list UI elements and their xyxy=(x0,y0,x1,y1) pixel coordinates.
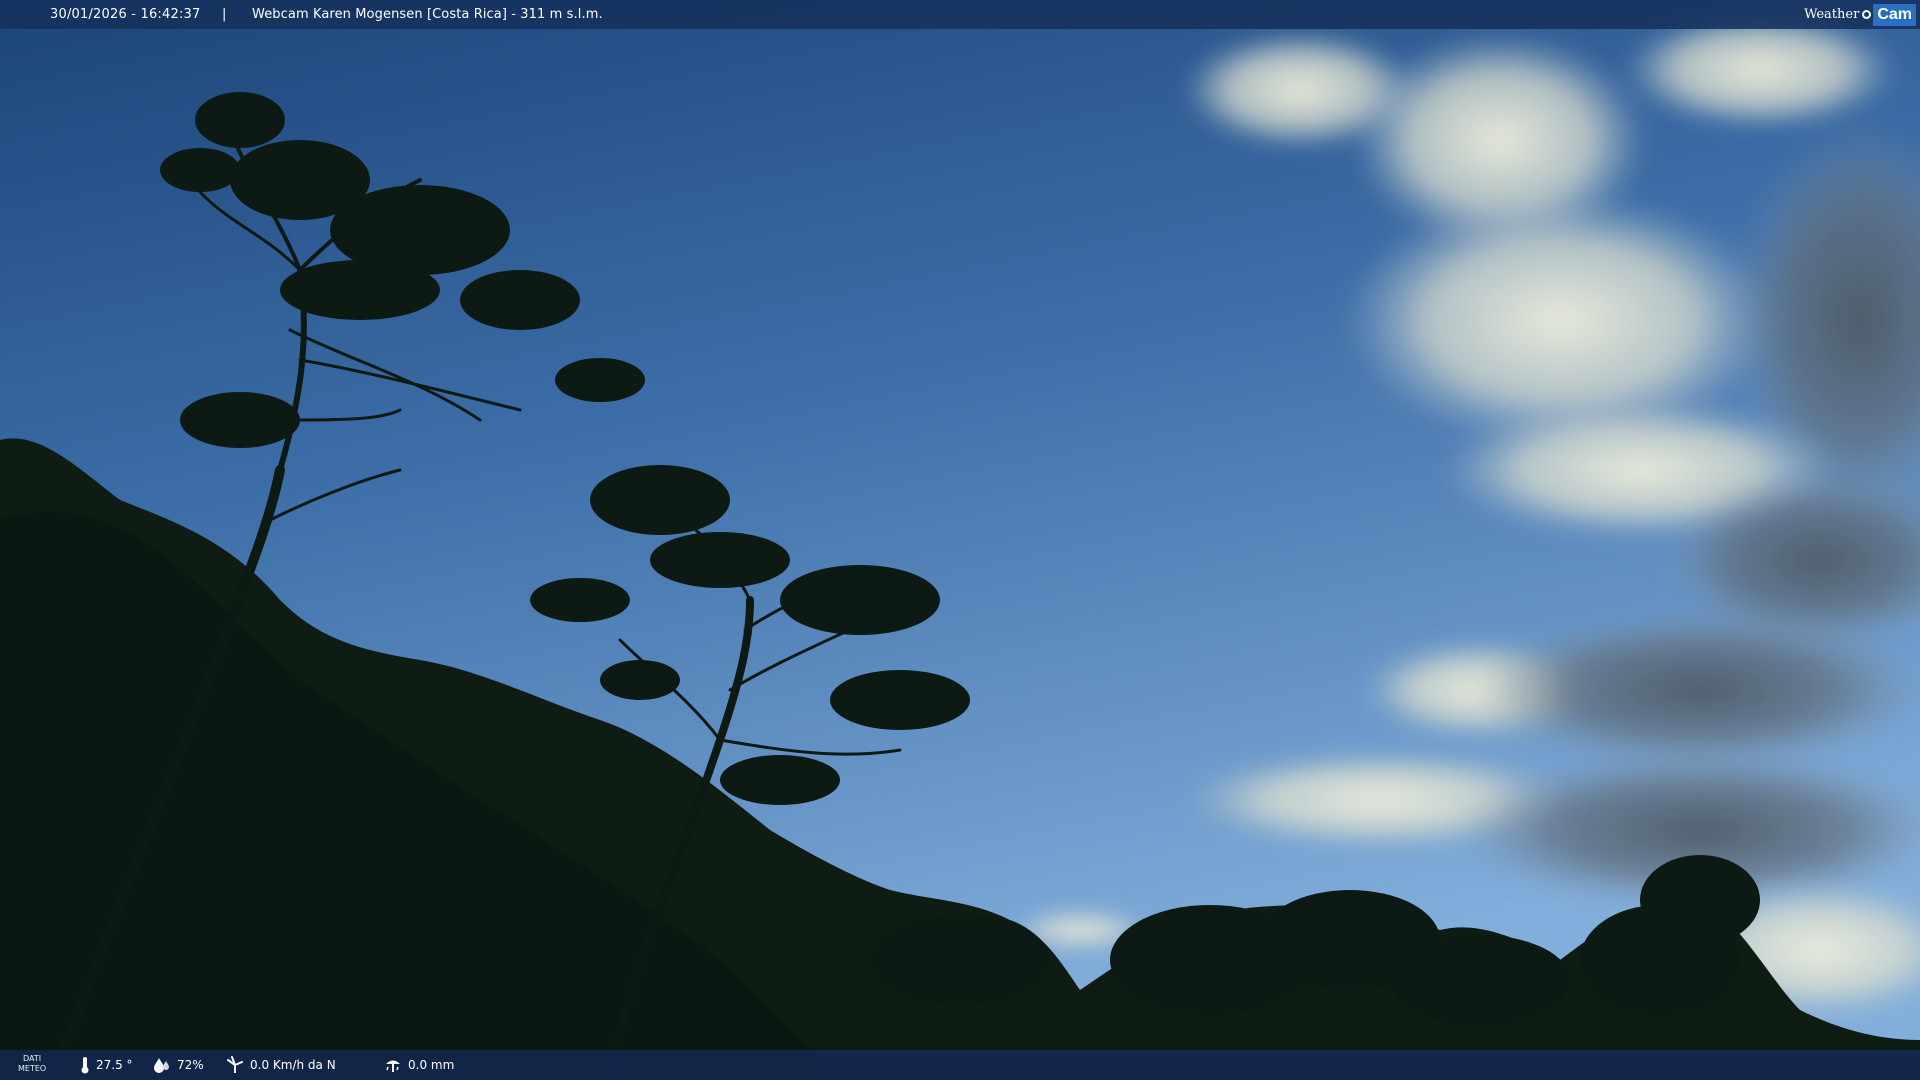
rain-value: 0.0 mm xyxy=(408,1058,455,1072)
webcam-image xyxy=(0,0,1920,1080)
humidity-value: 72% xyxy=(177,1058,204,1072)
dati-label-line2: METEO xyxy=(18,1064,47,1073)
thermometer-icon xyxy=(81,1057,89,1074)
wind-turbine-icon xyxy=(227,1056,243,1073)
temperature-reading: 27.5 ° xyxy=(80,1050,133,1080)
wind-reading: 0.0 Km/h da N xyxy=(226,1050,336,1080)
humidity-reading: 72% xyxy=(153,1050,204,1080)
webcam-view: 30/01/2026 - 16:42:37 | Webcam Karen Mog… xyxy=(0,0,1920,1080)
wind-value: 0.0 Km/h da N xyxy=(250,1058,336,1072)
dati-label-line1: DATI xyxy=(23,1054,42,1063)
weathercam-logo: Weather Cam xyxy=(1804,0,1920,29)
rain-reading: 0.0 mm xyxy=(384,1050,454,1080)
humidity-drop-icon xyxy=(154,1058,169,1073)
title-separator: | xyxy=(222,7,227,22)
timestamp: 30/01/2026 - 16:42:37 xyxy=(50,7,201,22)
top-info-bar: 30/01/2026 - 16:42:37 | Webcam Karen Mog… xyxy=(0,0,1920,29)
weather-data-bar: DATI METEO 27.5 ° 72% 0.0 Km/h da N 0.0 … xyxy=(0,1050,1920,1080)
rain-gauge-icon xyxy=(386,1060,400,1072)
logo-text-cam: Cam xyxy=(1873,3,1916,26)
dati-meteo-label: DATI METEO xyxy=(18,1054,46,1074)
logo-dot-icon xyxy=(1862,10,1872,19)
temperature-value: 27.5 ° xyxy=(96,1058,133,1072)
logo-text-weather: Weather xyxy=(1804,7,1860,22)
webcam-title: Webcam Karen Mogensen [Costa Rica] - 311… xyxy=(252,7,603,22)
